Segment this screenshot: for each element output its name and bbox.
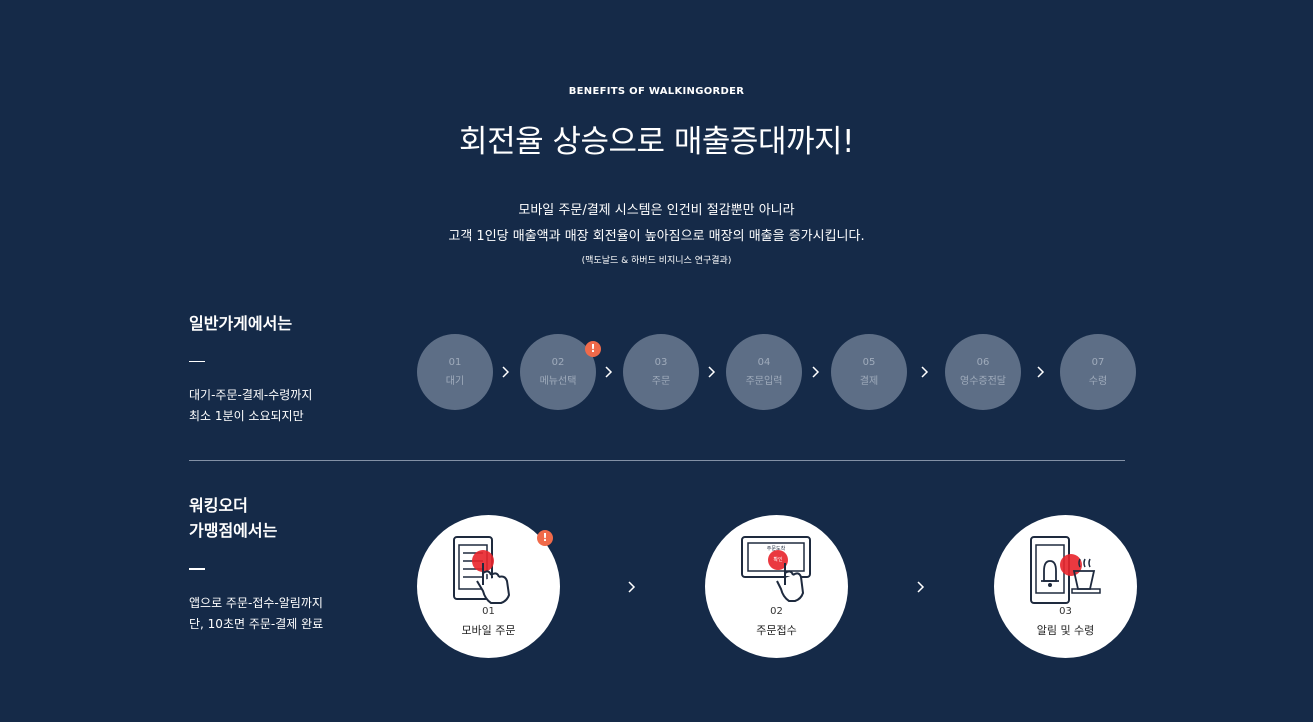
step-number: 03 — [654, 357, 668, 368]
step-receipt: 06 영수증전달 — [945, 334, 1021, 410]
step-number: 04 — [757, 357, 771, 368]
walkingorder-title-1: 워킹오더 — [189, 496, 248, 515]
step-order: 03 주문 — [623, 334, 699, 410]
step-label: 모바일 주문 — [461, 624, 516, 637]
step-pickup: 07 수령 — [1060, 334, 1136, 410]
step-number: 01 — [482, 606, 495, 617]
source-note: (맥도날드 & 하버드 비지니스 연구결과) — [581, 256, 732, 266]
description-line-1: 모바일 주문/결제 시스템은 인건비 절감뿐만 아니라 — [518, 203, 795, 218]
step-wait: 01 대기 — [417, 334, 493, 410]
chevron-right-icon — [605, 366, 613, 378]
step-label: 주문접수 — [756, 624, 797, 637]
alert-icon: ! — [585, 341, 601, 357]
step-number: 02 — [551, 357, 565, 368]
step-label: 메뉴선택 — [539, 376, 577, 387]
general-store-text-2: 최소 1분이 소요되지만 — [189, 409, 304, 423]
step-order-receive: 주문도착 확인 02 주문접수 — [705, 515, 848, 658]
chevron-right-icon — [921, 366, 929, 378]
title-dash — [189, 361, 205, 362]
section-divider — [189, 460, 1125, 461]
screen-confirm-button: 확인 — [773, 557, 783, 563]
walkingorder-text-2: 단, 10초면 주문-결제 완료 — [189, 617, 324, 631]
screen-order-text: 주문도착 — [766, 546, 786, 552]
step-label: 영수증전달 — [960, 376, 1006, 387]
step-order-input: 04 주문입력 — [726, 334, 802, 410]
step-label: 결제 — [859, 376, 879, 387]
chevron-right-icon — [812, 366, 820, 378]
step-number: 05 — [862, 357, 876, 368]
chevron-right-icon — [628, 581, 636, 593]
step-label: 수령 — [1088, 376, 1108, 387]
page-title: 회전율 상승으로 매출증대까지! — [459, 124, 854, 160]
section-eyebrow: BENEFITS OF WALKINGORDER — [568, 86, 745, 97]
chevron-right-icon — [1037, 366, 1045, 378]
chevron-right-icon — [502, 366, 510, 378]
step-number: 06 — [976, 357, 990, 368]
description-line-2: 고객 1인당 매출액과 매장 회전율이 높아짐으로 매장의 매출을 증가시킵니다… — [448, 229, 865, 244]
chevron-right-icon — [917, 581, 925, 593]
chevron-right-icon — [708, 366, 716, 378]
general-store-text-1: 대기-주문-결제-수령까지 — [189, 388, 313, 402]
step-payment: 05 결제 — [831, 334, 907, 410]
step-label: 대기 — [445, 376, 465, 387]
step-label: 알림 및 수령 — [1036, 624, 1095, 637]
title-dash — [189, 568, 205, 570]
step-number: 01 — [448, 357, 462, 368]
walkingorder-title-2: 가맹점에서는 — [189, 521, 278, 540]
step-label: 주문입력 — [745, 376, 783, 387]
step-notification-pickup: 03 알림 및 수령 — [994, 515, 1137, 658]
step-number: 02 — [770, 606, 783, 617]
general-store-title: 일반가게에서는 — [189, 314, 293, 333]
step-label: 주문 — [651, 376, 671, 387]
walkingorder-text-1: 앱으로 주문-접수-알림까지 — [189, 596, 323, 610]
step-number: 03 — [1059, 606, 1072, 617]
alert-icon: ! — [537, 530, 553, 546]
step-number: 07 — [1091, 357, 1105, 368]
